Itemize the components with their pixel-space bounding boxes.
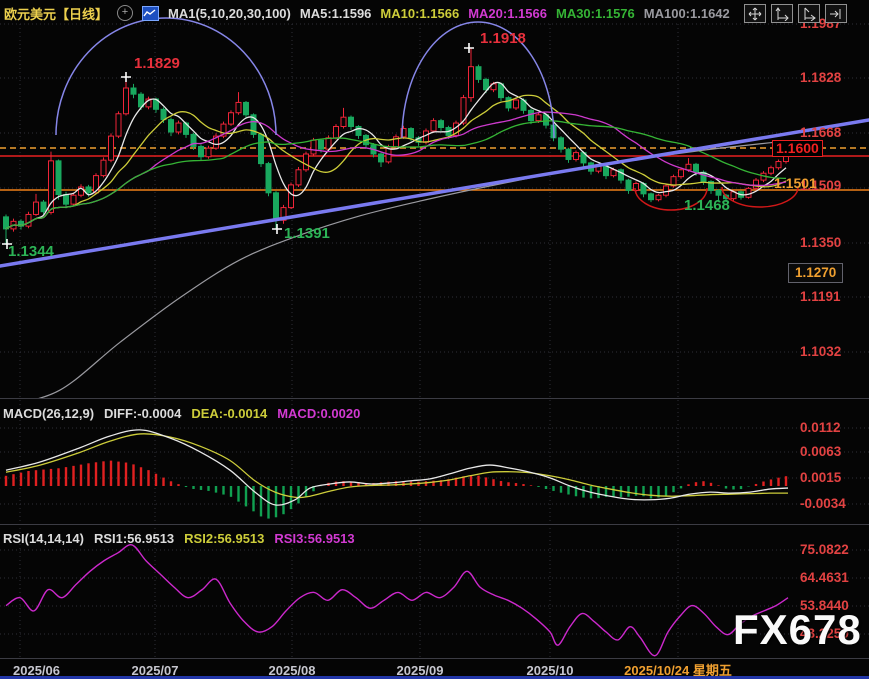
panel-separator xyxy=(0,398,869,399)
rsi2-value: RSI2:56.9513 xyxy=(184,531,264,546)
trading-chart-app: 欧元美元【日线】 + MA1(5,10,20,30,100) MA5:1.159… xyxy=(0,0,869,679)
price-annotation: 1.1344 xyxy=(8,244,54,259)
price-axis-label: 1.1191 xyxy=(800,289,841,304)
macd-axis-label: 0.0015 xyxy=(800,470,841,485)
alert-price-label: 1.1270 xyxy=(788,263,843,283)
move-crosshair-icon[interactable] xyxy=(744,4,766,23)
price-axis-label: 1.1828 xyxy=(800,70,841,85)
chart-header: 欧元美元【日线】 + MA1(5,10,20,30,100) MA5:1.159… xyxy=(4,3,730,23)
macd-dea-value: DEA:-0.0014 xyxy=(191,406,267,421)
ma10-value: MA10:1.1566 xyxy=(380,6,459,21)
macd-diff-value: DIFF:-0.0004 xyxy=(104,406,181,421)
fit-left-axis-icon[interactable] xyxy=(771,4,793,23)
price-annotation: 1.1918 xyxy=(480,31,526,46)
fit-right-axis-icon[interactable] xyxy=(798,4,820,23)
rsi1-value: RSI1:56.9513 xyxy=(94,531,174,546)
fx678-watermark: FX678 xyxy=(733,606,862,654)
price-annotation: 1.1468 xyxy=(684,198,730,213)
ma20-value: MA20:1.1566 xyxy=(468,6,547,21)
scroll-to-end-icon[interactable] xyxy=(825,4,847,23)
rsi-axis-label: 64.4631 xyxy=(800,570,849,585)
price-annotation: 1.1829 xyxy=(134,56,180,71)
support-level-label: 1.1501 xyxy=(774,175,817,191)
ma100-value: MA100:1.1642 xyxy=(644,6,730,21)
rsi3-value: RSI3:56.9513 xyxy=(274,531,354,546)
rsi-axis-label: 75.0822 xyxy=(800,542,849,557)
chart-canvas[interactable] xyxy=(0,0,869,679)
rsi-header: RSI(14,14,14) RSI1:56.9513 RSI2:56.9513 … xyxy=(3,531,355,546)
rsi-name: RSI(14,14,14) xyxy=(3,531,84,546)
add-indicator-button[interactable]: + xyxy=(117,5,133,21)
macd-axis-label: 0.0063 xyxy=(800,444,841,459)
macd-axis-label: 0.0112 xyxy=(800,420,841,435)
macd-axis-label: -0.0034 xyxy=(800,496,846,511)
panel-separator xyxy=(0,524,869,525)
price-annotation: 1.1391 xyxy=(284,226,330,241)
macd-hist-value: MACD:0.0020 xyxy=(277,406,360,421)
symbol-title: 欧元美元【日线】 xyxy=(4,4,108,23)
price-axis-label: 1.1668 xyxy=(800,125,841,140)
chart-toolbar xyxy=(744,4,847,23)
ma30-value: MA30:1.1576 xyxy=(556,6,635,21)
macd-header: MACD(26,12,9) DIFF:-0.0004 DEA:-0.0014 M… xyxy=(3,406,360,421)
panel-separator xyxy=(0,658,869,659)
last-price-tag: 1.1600 xyxy=(772,140,823,157)
price-axis-label: 1.1350 xyxy=(800,235,841,250)
price-axis-label: 1.1032 xyxy=(800,344,841,359)
chart-type-icon[interactable] xyxy=(142,6,159,21)
macd-name: MACD(26,12,9) xyxy=(3,406,94,421)
ma-group-label: MA1(5,10,20,30,100) xyxy=(168,6,291,21)
ma5-value: MA5:1.1596 xyxy=(300,6,372,21)
